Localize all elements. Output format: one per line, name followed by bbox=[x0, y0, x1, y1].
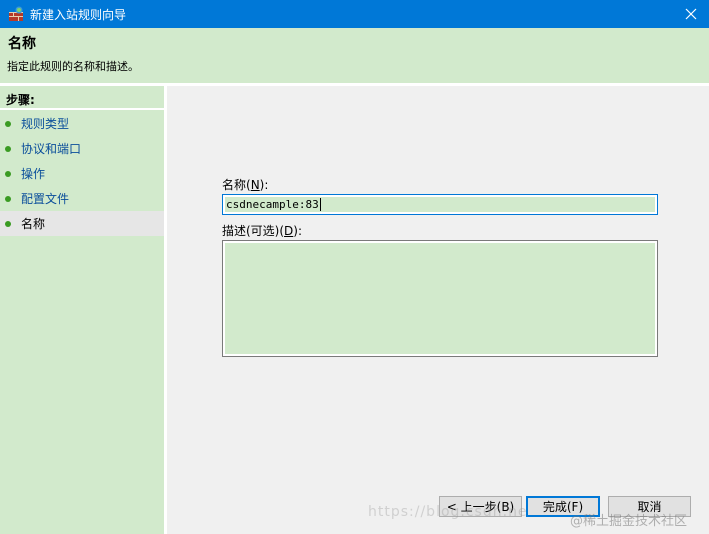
step-bullet-icon bbox=[5, 220, 11, 227]
watermark-url: https://blog.csdn.ne bbox=[368, 504, 528, 520]
step-bullet-icon bbox=[5, 170, 11, 177]
step-action[interactable]: 操作 bbox=[0, 161, 164, 186]
title-bar: 新建入站规则向导 bbox=[0, 0, 709, 28]
step-label: 协议和端口 bbox=[21, 142, 82, 156]
step-label: 名称 bbox=[21, 217, 46, 231]
description-textarea-field[interactable] bbox=[225, 243, 655, 354]
description-textarea[interactable] bbox=[222, 240, 658, 357]
step-label: 配置文件 bbox=[21, 192, 70, 206]
text-caret bbox=[319, 198, 321, 211]
description-label: 描述(可选)(D): bbox=[222, 224, 303, 238]
step-bullet-icon bbox=[5, 120, 11, 127]
page-title: 名称 bbox=[8, 36, 36, 52]
main-panel: 名称(N): csdnecample:83 描述(可选)(D): bbox=[167, 86, 709, 534]
step-profile[interactable]: 配置文件 bbox=[0, 186, 164, 211]
step-label: 操作 bbox=[21, 167, 46, 181]
steps-heading-divider bbox=[0, 108, 164, 110]
steps-heading: 步骤: bbox=[6, 93, 35, 107]
step-bullet-icon bbox=[5, 145, 11, 152]
watermark-source: @稀土掘金技术社区 bbox=[570, 514, 688, 529]
close-button[interactable] bbox=[673, 0, 709, 28]
window-title: 新建入站规则向导 bbox=[30, 7, 127, 22]
step-bullet-icon bbox=[5, 195, 11, 202]
name-input-field[interactable]: csdnecample:83 bbox=[225, 197, 655, 212]
page-subtitle: 指定此规则的名称和描述。 bbox=[7, 60, 139, 73]
step-label: 规则类型 bbox=[21, 117, 70, 131]
step-name[interactable]: 名称 bbox=[0, 211, 164, 236]
step-protocol-ports[interactable]: 协议和端口 bbox=[0, 136, 164, 161]
close-icon bbox=[685, 8, 697, 20]
name-input[interactable]: csdnecample:83 bbox=[222, 194, 658, 215]
name-input-value: csdnecample:83 bbox=[226, 198, 319, 211]
firewall-app-icon bbox=[8, 6, 24, 22]
step-rule-type[interactable]: 规则类型 bbox=[0, 111, 164, 136]
wizard-header: 名称 指定此规则的名称和描述。 bbox=[0, 28, 709, 83]
steps-sidebar: 步骤: 规则类型 协议和端口 操作 配置文件 名称 bbox=[0, 86, 164, 534]
name-label: 名称(N): bbox=[222, 178, 269, 192]
